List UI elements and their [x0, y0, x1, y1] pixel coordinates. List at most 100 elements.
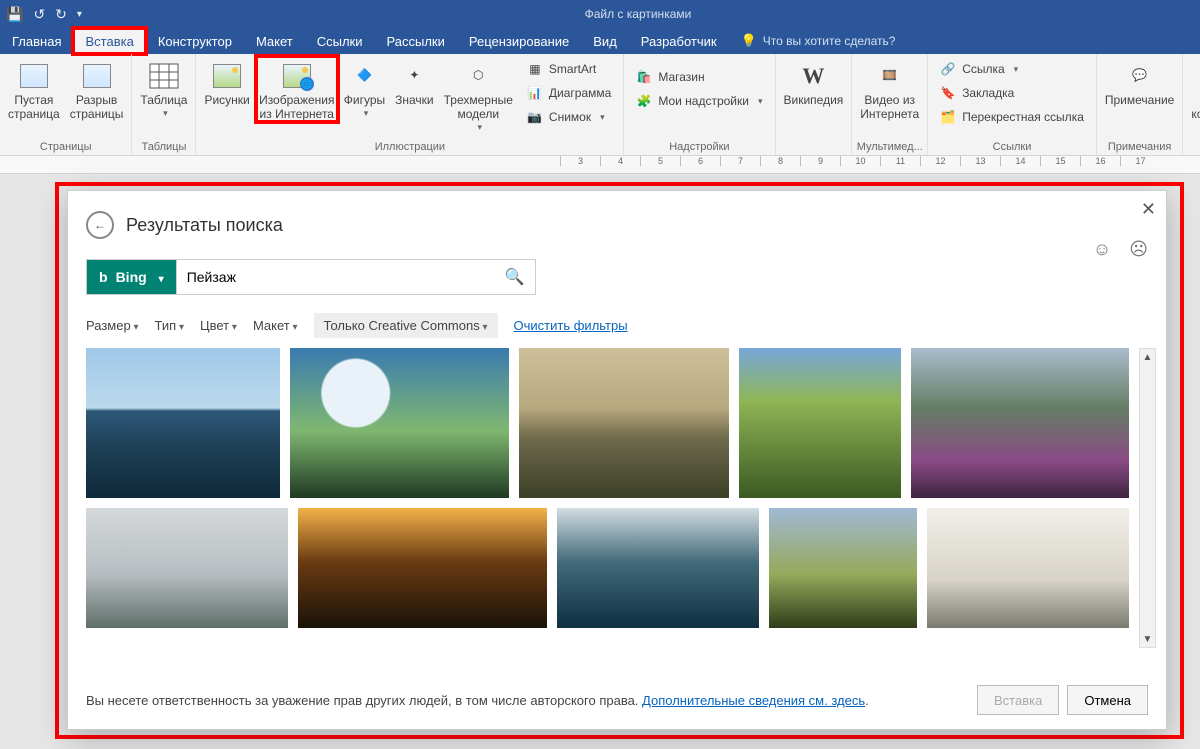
- cancel-button[interactable]: Отмена: [1067, 685, 1148, 715]
- filter-layout[interactable]: Макет: [253, 318, 298, 333]
- group-comments: 💬 Примечание Примечания: [1097, 54, 1183, 155]
- store-button[interactable]: 🛍️Магазин: [632, 66, 766, 88]
- tab-layout[interactable]: Макет: [244, 28, 305, 54]
- smartart-button[interactable]: ▦SmartArt: [523, 58, 615, 80]
- group-illustrations: Рисунки 🌐 Изображения из Интернета 🔷 Фиг…: [196, 54, 624, 155]
- back-button[interactable]: ←: [86, 211, 114, 239]
- dialog-close-button[interactable]: ✕: [1141, 199, 1156, 220]
- hyperlink-button[interactable]: 🔗Ссылка: [936, 58, 1088, 80]
- page-break-icon: [83, 64, 111, 88]
- result-thumb[interactable]: [298, 508, 546, 628]
- group-wikipedia: W Википедия: [776, 54, 853, 155]
- wikipedia-button[interactable]: W Википедия: [780, 56, 848, 108]
- lightbulb-icon: 💡: [741, 33, 757, 49]
- search-field[interactable]: 🔍: [176, 259, 536, 295]
- addins-icon: 🧩: [636, 93, 652, 109]
- group-tables-label: Таблицы: [136, 139, 191, 155]
- crossref-icon: 🗂️: [940, 109, 956, 125]
- blank-page-button[interactable]: Пустая страница: [4, 56, 64, 122]
- icons-icon: ✦: [398, 60, 430, 92]
- result-thumb[interactable]: [519, 348, 729, 498]
- header-button[interactable]: Верхний колонтитул: [1187, 56, 1200, 132]
- tab-view[interactable]: Вид: [581, 28, 629, 54]
- feedback-happy-icon[interactable]: ☺: [1093, 239, 1111, 260]
- crossref-button[interactable]: 🗂️Перекрестная ссылка: [936, 106, 1088, 128]
- result-thumb[interactable]: [86, 508, 288, 628]
- filter-cc[interactable]: Только Creative Commons: [314, 313, 498, 338]
- group-media: 🎞️ Видео из Интернета Мультимед...: [852, 54, 928, 155]
- results-scrollbar[interactable]: ▲ ▼: [1139, 348, 1156, 648]
- result-thumb[interactable]: [86, 348, 280, 498]
- dialog-title: Результаты поиска: [126, 215, 283, 236]
- filter-color[interactable]: Цвет: [200, 318, 237, 333]
- search-provider[interactable]: b Bing: [86, 259, 176, 295]
- disclaimer: Вы несете ответственность за уважение пр…: [86, 693, 869, 708]
- link-icon: 🔗: [940, 61, 956, 77]
- result-thumb[interactable]: [927, 508, 1129, 628]
- result-thumb[interactable]: [769, 508, 916, 628]
- table-icon: [149, 63, 179, 89]
- online-video-button[interactable]: 🎞️ Видео из Интернета: [856, 56, 923, 122]
- repeat-icon[interactable]: ↻: [55, 6, 67, 23]
- results-grid: [86, 348, 1129, 648]
- online-pictures-icon: 🌐: [283, 64, 311, 88]
- group-pages: Пустая страница Разрыв страницы Страницы: [0, 54, 132, 155]
- scroll-down-icon[interactable]: ▼: [1140, 631, 1155, 647]
- insert-button[interactable]: Вставка: [977, 685, 1059, 715]
- tab-mailings[interactable]: Рассылки: [375, 28, 457, 54]
- feedback-sad-icon[interactable]: ☹: [1129, 239, 1148, 260]
- chart-button[interactable]: 📊Диаграмма: [523, 82, 615, 104]
- wikipedia-icon: W: [797, 60, 829, 92]
- document-title: Файл с картинками: [82, 7, 1194, 21]
- search-icon[interactable]: 🔍: [505, 267, 525, 287]
- search-input[interactable]: [187, 269, 487, 285]
- online-pictures-button[interactable]: 🌐 Изображения из Интернета: [256, 56, 338, 122]
- ruler: 34567891011121314151617: [0, 156, 1200, 174]
- cube-icon: ⬡: [462, 60, 494, 92]
- tab-design[interactable]: Конструктор: [146, 28, 244, 54]
- group-illustrations-label: Иллюстрации: [200, 139, 619, 155]
- tab-insert[interactable]: Вставка: [73, 28, 145, 54]
- table-button[interactable]: Таблица: [136, 56, 191, 118]
- result-thumb[interactable]: [290, 348, 508, 498]
- group-addins-label: Надстройки: [628, 139, 770, 155]
- group-headerfooter: Верхний колонтитул Ниж... колонт... Коло…: [1183, 54, 1200, 155]
- chart-icon: 📊: [527, 85, 543, 101]
- smartart-icon: ▦: [527, 61, 543, 77]
- save-icon[interactable]: 💾: [6, 6, 23, 23]
- scroll-up-icon[interactable]: ▲: [1140, 349, 1155, 365]
- page-break-button[interactable]: Разрыв страницы: [66, 56, 128, 122]
- clear-filters[interactable]: Очистить фильтры: [514, 318, 628, 333]
- group-comments-label: Примечания: [1101, 139, 1178, 155]
- disclaimer-link[interactable]: Дополнительные сведения см. здесь: [642, 693, 865, 708]
- my-addins-button[interactable]: 🧩Мои надстройки: [632, 90, 766, 112]
- group-addins: 🛍️Магазин 🧩Мои надстройки Надстройки: [624, 54, 775, 155]
- tab-review[interactable]: Рецензирование: [457, 28, 581, 54]
- shapes-button[interactable]: 🔷 Фигуры: [340, 56, 389, 118]
- filter-size[interactable]: Размер: [86, 318, 139, 333]
- icons-button[interactable]: ✦ Значки: [391, 56, 438, 108]
- tab-references[interactable]: Ссылки: [305, 28, 375, 54]
- tab-developer[interactable]: Разработчик: [629, 28, 729, 54]
- undo-icon[interactable]: ↺: [33, 6, 45, 23]
- shapes-icon: 🔷: [348, 60, 380, 92]
- pictures-icon: [213, 64, 241, 88]
- tell-me[interactable]: 💡 Что вы хотите сделать?: [729, 28, 908, 54]
- ribbon-tabs: Главная Вставка Конструктор Макет Ссылки…: [0, 28, 1200, 54]
- filter-type[interactable]: Тип: [155, 318, 184, 333]
- online-pictures-dialog: ✕ ← Результаты поиска ☺ ☹ b Bing 🔍 Разме…: [67, 190, 1167, 730]
- store-icon: 🛍️: [636, 69, 652, 85]
- comment-button[interactable]: 💬 Примечание: [1101, 56, 1178, 108]
- result-thumb[interactable]: [911, 348, 1129, 498]
- result-thumb[interactable]: [557, 508, 759, 628]
- screenshot-icon: 📷: [527, 109, 543, 125]
- 3dmodels-button[interactable]: ⬡ Трехмерные модели: [440, 56, 517, 132]
- bookmark-button[interactable]: 🔖Закладка: [936, 82, 1088, 104]
- group-headerfooter-label: Колонт...: [1187, 139, 1200, 155]
- titlebar: 💾 ↺ ↻ ▾ Файл с картинками: [0, 0, 1200, 28]
- group-pages-label: Страницы: [4, 139, 127, 155]
- result-thumb[interactable]: [739, 348, 901, 498]
- pictures-button[interactable]: Рисунки: [200, 56, 253, 108]
- screenshot-button[interactable]: 📷Снимок: [523, 106, 615, 128]
- tab-home[interactable]: Главная: [0, 28, 73, 54]
